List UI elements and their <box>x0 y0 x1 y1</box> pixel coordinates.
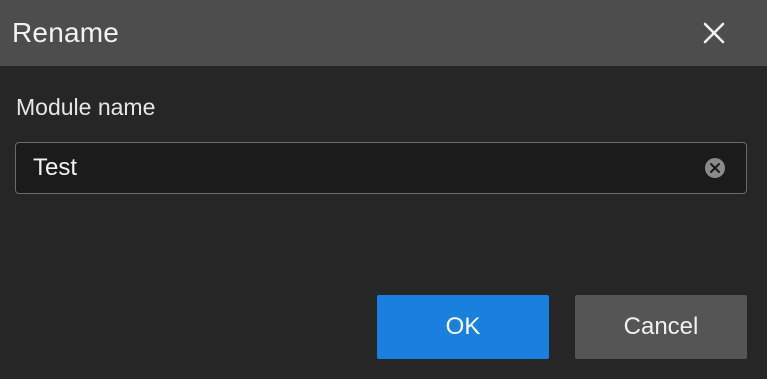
ok-button[interactable]: OK <box>377 295 549 359</box>
rename-dialog: Rename Module name OK Cancel <box>0 0 767 379</box>
module-name-label: Module name <box>16 94 156 120</box>
cancel-button[interactable]: Cancel <box>575 295 747 359</box>
close-button[interactable] <box>694 13 734 53</box>
close-icon <box>703 22 725 44</box>
module-name-input[interactable] <box>16 143 686 193</box>
module-name-field <box>15 142 747 194</box>
dialog-title: Rename <box>12 17 120 48</box>
clear-circle-icon <box>705 158 725 178</box>
clear-input-button[interactable] <box>704 157 726 179</box>
dialog-titlebar: Rename <box>0 0 767 66</box>
